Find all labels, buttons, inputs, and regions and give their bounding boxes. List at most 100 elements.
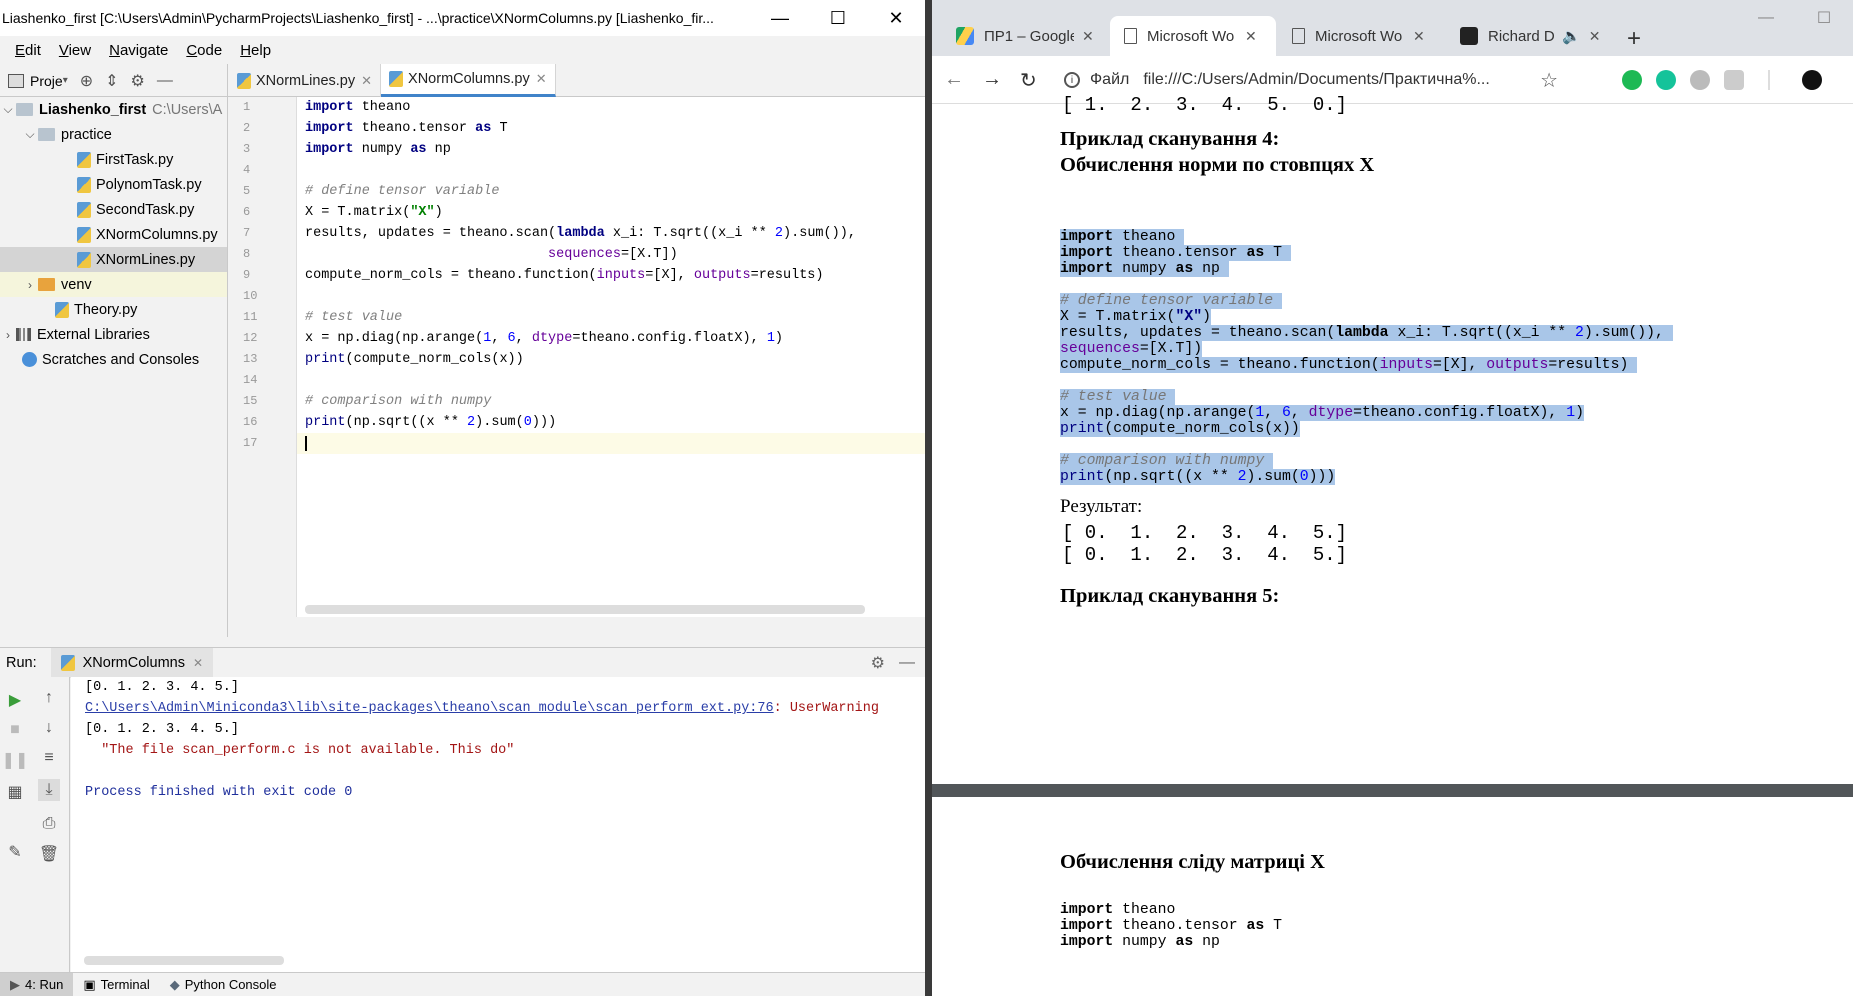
terminal-tool-button[interactable]: ▣ Terminal <box>73 973 159 996</box>
print-icon[interactable]: ⎙ <box>38 813 60 835</box>
tree-scratches[interactable]: Scratches and Consoles <box>0 347 227 372</box>
ide-title: Liashenko_first [C:\Users\Admin\PycharmP… <box>2 10 714 26</box>
tree-folder-venv[interactable]: › venv <box>0 272 227 297</box>
close-tab-icon[interactable]: ✕ <box>361 73 372 89</box>
soft-wrap-icon[interactable]: ≡ <box>38 747 60 769</box>
tree-file[interactable]: SecondTask.py <box>0 197 227 222</box>
dropdown-arrow-icon[interactable]: ▾ <box>63 75 68 86</box>
root-path: C:\Users\A <box>152 101 223 118</box>
tree-file-selected[interactable]: XNormLines.py <box>0 247 227 272</box>
tree-file[interactable]: FirstTask.py <box>0 147 227 172</box>
trash-icon[interactable]: 🗑 <box>38 843 60 865</box>
close-tab-icon[interactable]: ✕ <box>1413 28 1425 45</box>
grammarly-icon[interactable] <box>1656 70 1676 90</box>
console-file-link[interactable]: C:\Users\Admin\Miniconda3\lib\site-packa… <box>85 701 774 716</box>
pause-icon[interactable]: ❚❚ <box>2 749 29 771</box>
tree-file[interactable]: Theory.py <box>0 297 227 322</box>
python-file-icon <box>60 654 75 671</box>
tree-folder-practice[interactable]: ⌵ practice <box>0 122 227 147</box>
rerun-icon[interactable]: ▶ <box>4 689 26 711</box>
chevron-right-icon[interactable]: › <box>22 278 38 292</box>
horizontal-scrollbar[interactable] <box>305 605 865 614</box>
tab-xnormcolumns[interactable]: XNormColumns.py ✕ <box>381 64 556 97</box>
forward-icon[interactable]: → <box>982 68 1002 91</box>
python-console-tool-button[interactable]: ◆ Python Console <box>160 973 287 996</box>
document-viewer[interactable]: [ 1. 2. 3. 4. 5. 0.] Приклад сканування … <box>932 94 1853 996</box>
browser-tab[interactable]: Richard D 🔈 ✕ <box>1446 16 1614 56</box>
project-dropdown[interactable]: Proje <box>30 73 63 89</box>
minimize-button[interactable]: — <box>1737 0 1795 36</box>
run-label: Run: <box>6 654 37 671</box>
code-editor[interactable]: import theano import theano.tensor as T … <box>297 97 925 617</box>
console-line: "The file scan_perform.c is not availabl… <box>85 743 515 758</box>
close-tab-icon[interactable]: ✕ <box>536 71 547 87</box>
extension-icon[interactable] <box>1690 70 1710 90</box>
result-text: [ 1. 2. 3. 4. 5. 0.] <box>1062 94 1348 116</box>
menu-code[interactable]: Code <box>186 42 222 59</box>
code-line: print(np.sqrt((x ** 2).sum(0))) <box>305 415 557 430</box>
new-tab-button[interactable]: + <box>1618 23 1650 55</box>
tab-xnormlines[interactable]: XNormLines.py ✕ <box>229 64 382 97</box>
close-tab-icon[interactable]: ✕ <box>1245 28 1257 45</box>
document-icon <box>1124 28 1137 44</box>
maximize-button[interactable]: ☐ <box>809 0 867 36</box>
file-label: XNormColumns.py <box>96 226 218 243</box>
python-file-icon <box>77 201 91 218</box>
back-icon[interactable]: ← <box>944 68 964 91</box>
browser-tab[interactable]: Microsoft Wo ✕ <box>1278 16 1444 56</box>
console-line: [0. 1. 2. 3. 4. 5.] <box>85 680 239 695</box>
run-console[interactable]: [0. 1. 2. 3. 4. 5.] C:\Users\Admin\Minic… <box>71 677 925 972</box>
address-bar[interactable]: i Файл file:///C:/Users/Admin/Documents/… <box>1064 62 1558 98</box>
extension-icon[interactable] <box>1622 70 1642 90</box>
gear-icon[interactable]: ⚙ <box>131 71 145 91</box>
line-number: 6 <box>243 205 251 219</box>
info-icon[interactable]: i <box>1064 72 1080 88</box>
pycharm-window: Liashenko_first [C:\Users\Admin\PycharmP… <box>0 0 925 996</box>
pin-icon[interactable]: ✎ <box>4 841 26 863</box>
extension-icon[interactable] <box>1724 70 1744 90</box>
line-number: 11 <box>243 310 258 324</box>
maximize-button[interactable]: ☐ <box>1795 0 1853 36</box>
reload-icon[interactable]: ↻ <box>1020 68 1037 93</box>
console-scrollbar[interactable] <box>84 956 284 965</box>
tree-file[interactable]: XNormColumns.py <box>0 222 227 247</box>
speaker-icon[interactable]: 🔈 <box>1562 27 1581 45</box>
run-tab[interactable]: XNormColumns ✕ <box>50 647 214 678</box>
code-line: import numpy as np <box>305 142 451 157</box>
down-arrow-icon[interactable]: ↓ <box>38 717 60 739</box>
stop-icon[interactable]: ■ <box>4 719 26 741</box>
chevron-down-icon[interactable]: ⌵ <box>22 127 38 142</box>
section-subheading: Обчислення норми по стовпцях X <box>1060 154 1375 176</box>
menu-edit[interactable]: Edit <box>15 42 41 59</box>
profile-icon[interactable] <box>1802 70 1822 90</box>
hide-icon[interactable]: — <box>157 72 173 90</box>
locate-icon[interactable]: ⊕ <box>80 71 93 91</box>
hide-icon[interactable]: — <box>899 654 915 672</box>
layout-icon[interactable]: ▦ <box>4 781 26 803</box>
tree-file[interactable]: PolynomTask.py <box>0 172 227 197</box>
run-tool-button[interactable]: ▶ 4: Run <box>0 972 74 996</box>
collapse-icon[interactable]: ⇕ <box>105 71 118 91</box>
section-heading: Приклад сканування 5: <box>1060 585 1280 607</box>
menu-view[interactable]: View <box>59 42 91 59</box>
up-arrow-icon[interactable]: ↑ <box>38 687 60 709</box>
close-tab-icon[interactable]: ✕ <box>1082 28 1094 45</box>
menu-help[interactable]: Help <box>240 42 271 59</box>
chevron-right-icon[interactable]: › <box>0 328 16 342</box>
scroll-to-end-icon[interactable]: ⤓ <box>38 779 60 801</box>
browser-tab-active[interactable]: Microsoft Wo ✕ <box>1110 16 1276 56</box>
console-line: C:\Users\Admin\Miniconda3\lib\site-packa… <box>71 698 925 719</box>
browser-tab[interactable]: ПР1 – Google ✕ <box>942 16 1110 56</box>
line-gutter: 1 2 3 4 5 6 7 8 9 10 11 12 13 14 15 16 17 <box>229 97 297 617</box>
chevron-down-icon[interactable]: ⌵ <box>0 102 16 117</box>
gear-icon[interactable]: ⚙ <box>871 653 885 673</box>
minimize-button[interactable]: — <box>751 0 809 36</box>
tree-root[interactable]: ⌵ Liashenko_first C:\Users\A <box>0 97 227 122</box>
bookmark-star-icon[interactable]: ☆ <box>1540 68 1558 93</box>
menu-navigate[interactable]: Navigate <box>109 42 168 59</box>
close-tab-icon[interactable]: ✕ <box>1589 28 1601 45</box>
close-button[interactable]: ✕ <box>867 0 925 36</box>
code-line: compute_norm_cols = theano.function(inpu… <box>305 268 824 283</box>
close-tab-icon[interactable]: ✕ <box>193 656 203 670</box>
tree-external-libraries[interactable]: › External Libraries <box>0 322 227 347</box>
